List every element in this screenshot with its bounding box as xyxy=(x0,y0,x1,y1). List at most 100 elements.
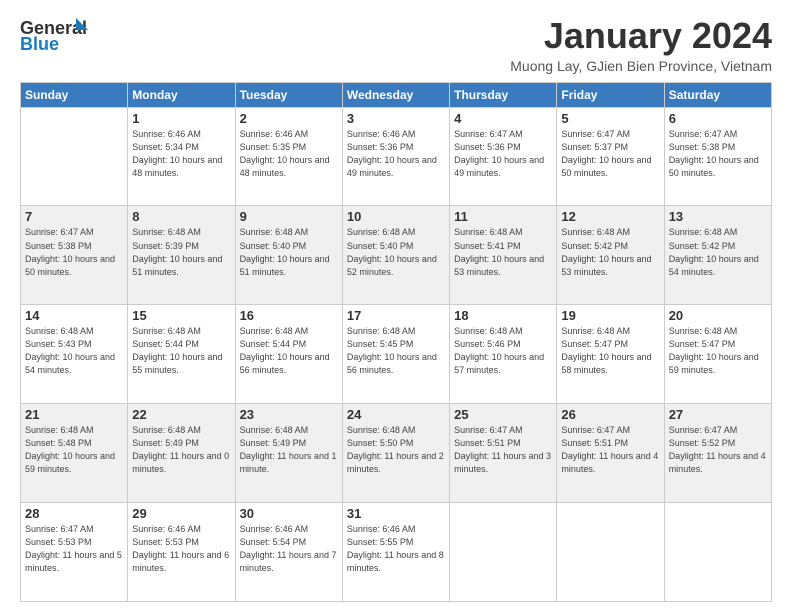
calendar-cell: 21 Sunrise: 6:48 AMSunset: 5:48 PMDayligh… xyxy=(21,404,128,503)
day-number: 14 xyxy=(25,308,123,323)
day-info: Sunrise: 6:48 AMSunset: 5:43 PMDaylight:… xyxy=(25,325,123,377)
day-info: Sunrise: 6:47 AMSunset: 5:38 PMDaylight:… xyxy=(669,128,767,180)
calendar-cell: 11 Sunrise: 6:48 AMSunset: 5:41 PMDayligh… xyxy=(450,206,557,305)
calendar-cell: 27 Sunrise: 6:47 AMSunset: 5:52 PMDayligh… xyxy=(664,404,771,503)
day-info: Sunrise: 6:48 AMSunset: 5:42 PMDaylight:… xyxy=(669,226,767,278)
calendar-cell: 5 Sunrise: 6:47 AMSunset: 5:37 PMDaylight… xyxy=(557,107,664,206)
day-info: Sunrise: 6:48 AMSunset: 5:41 PMDaylight:… xyxy=(454,226,552,278)
day-info: Sunrise: 6:47 AMSunset: 5:51 PMDaylight:… xyxy=(454,424,552,476)
day-number: 26 xyxy=(561,407,659,422)
calendar-cell: 17Sunrise: 6:48 AMSunset: 5:45 PMDayligh… xyxy=(342,305,449,404)
calendar-cell: 14 Sunrise: 6:48 AMSunset: 5:43 PMDayligh… xyxy=(21,305,128,404)
title-section: January 2024 Muong Lay, GJien Bien Provi… xyxy=(510,16,772,74)
day-number: 21 xyxy=(25,407,123,422)
calendar-cell: 20 Sunrise: 6:48 AMSunset: 5:47 PMDayligh… xyxy=(664,305,771,404)
day-info: Sunrise: 6:48 AMSunset: 5:44 PMDaylight:… xyxy=(240,325,338,377)
page: GeneralBlue January 2024 Muong Lay, GJie… xyxy=(0,0,792,612)
calendar-cell: 8 Sunrise: 6:48 AMSunset: 5:39 PMDaylight… xyxy=(128,206,235,305)
calendar-cell: 1 Sunrise: 6:46 AMSunset: 5:34 PMDaylight… xyxy=(128,107,235,206)
calendar-week-row: 21 Sunrise: 6:48 AMSunset: 5:48 PMDayligh… xyxy=(21,404,772,503)
day-number: 22 xyxy=(132,407,230,422)
day-number: 15 xyxy=(132,308,230,323)
day-number: 16 xyxy=(240,308,338,323)
calendar-week-row: 14 Sunrise: 6:48 AMSunset: 5:43 PMDayligh… xyxy=(21,305,772,404)
day-number: 1 xyxy=(132,111,230,126)
day-info: Sunrise: 6:48 AMSunset: 5:49 PMDaylight:… xyxy=(240,424,338,476)
day-info: Sunrise: 6:47 AMSunset: 5:52 PMDaylight:… xyxy=(669,424,767,476)
svg-text:Blue: Blue xyxy=(20,34,59,54)
day-info: Sunrise: 6:48 AMSunset: 5:45 PMDaylight:… xyxy=(347,325,445,377)
calendar-cell xyxy=(21,107,128,206)
day-number: 24 xyxy=(347,407,445,422)
day-info: Sunrise: 6:48 AMSunset: 5:50 PMDaylight:… xyxy=(347,424,445,476)
weekday-header-wednesday: Wednesday xyxy=(342,82,449,107)
calendar-cell: 25 Sunrise: 6:47 AMSunset: 5:51 PMDayligh… xyxy=(450,404,557,503)
weekday-header-friday: Friday xyxy=(557,82,664,107)
day-number: 19 xyxy=(561,308,659,323)
day-number: 27 xyxy=(669,407,767,422)
day-number: 6 xyxy=(669,111,767,126)
calendar-cell: 16 Sunrise: 6:48 AMSunset: 5:44 PMDayligh… xyxy=(235,305,342,404)
day-info: Sunrise: 6:46 AMSunset: 5:53 PMDaylight:… xyxy=(132,523,230,575)
calendar-cell: 6 Sunrise: 6:47 AMSunset: 5:38 PMDaylight… xyxy=(664,107,771,206)
day-info: Sunrise: 6:48 AMSunset: 5:40 PMDaylight:… xyxy=(347,226,445,278)
day-number: 5 xyxy=(561,111,659,126)
day-info: Sunrise: 6:48 AMSunset: 5:48 PMDaylight:… xyxy=(25,424,123,476)
calendar-table: SundayMondayTuesdayWednesdayThursdayFrid… xyxy=(20,82,772,602)
calendar-cell: 2 Sunrise: 6:46 AMSunset: 5:35 PMDaylight… xyxy=(235,107,342,206)
day-number: 20 xyxy=(669,308,767,323)
calendar-cell xyxy=(664,503,771,602)
day-info: Sunrise: 6:46 AMSunset: 5:36 PMDaylight:… xyxy=(347,128,445,180)
day-info: Sunrise: 6:46 AMSunset: 5:55 PMDaylight:… xyxy=(347,523,445,575)
calendar-week-row: 7Sunrise: 6:47 AMSunset: 5:38 PMDaylight… xyxy=(21,206,772,305)
calendar-cell: 3Sunrise: 6:46 AMSunset: 5:36 PMDaylight… xyxy=(342,107,449,206)
calendar-cell xyxy=(450,503,557,602)
day-number: 31 xyxy=(347,506,445,521)
day-info: Sunrise: 6:47 AMSunset: 5:37 PMDaylight:… xyxy=(561,128,659,180)
calendar-cell: 24 Sunrise: 6:48 AMSunset: 5:50 PMDayligh… xyxy=(342,404,449,503)
weekday-header-thursday: Thursday xyxy=(450,82,557,107)
calendar-cell: 23 Sunrise: 6:48 AMSunset: 5:49 PMDayligh… xyxy=(235,404,342,503)
weekday-header-saturday: Saturday xyxy=(664,82,771,107)
day-info: Sunrise: 6:46 AMSunset: 5:35 PMDaylight:… xyxy=(240,128,338,180)
day-number: 11 xyxy=(454,209,552,224)
logo-svg: GeneralBlue xyxy=(20,16,90,54)
calendar-cell xyxy=(557,503,664,602)
day-number: 8 xyxy=(132,209,230,224)
calendar-cell: 10 Sunrise: 6:48 AMSunset: 5:40 PMDayligh… xyxy=(342,206,449,305)
day-info: Sunrise: 6:48 AMSunset: 5:39 PMDaylight:… xyxy=(132,226,230,278)
day-info: Sunrise: 6:46 AMSunset: 5:34 PMDaylight:… xyxy=(132,128,230,180)
day-number: 30 xyxy=(240,506,338,521)
day-info: Sunrise: 6:48 AMSunset: 5:42 PMDaylight:… xyxy=(561,226,659,278)
day-number: 9 xyxy=(240,209,338,224)
weekday-header-row: SundayMondayTuesdayWednesdayThursdayFrid… xyxy=(21,82,772,107)
calendar-cell: 31 Sunrise: 6:46 AMSunset: 5:55 PMDayligh… xyxy=(342,503,449,602)
calendar-cell: 30 Sunrise: 6:46 AMSunset: 5:54 PMDayligh… xyxy=(235,503,342,602)
calendar-cell: 13 Sunrise: 6:48 AMSunset: 5:42 PMDayligh… xyxy=(664,206,771,305)
day-info: Sunrise: 6:48 AMSunset: 5:40 PMDaylight:… xyxy=(240,226,338,278)
calendar-cell: 9 Sunrise: 6:48 AMSunset: 5:40 PMDaylight… xyxy=(235,206,342,305)
day-number: 13 xyxy=(669,209,767,224)
day-info: Sunrise: 6:47 AMSunset: 5:38 PMDaylight:… xyxy=(25,226,123,278)
day-number: 29 xyxy=(132,506,230,521)
calendar-cell: 4Sunrise: 6:47 AMSunset: 5:36 PMDaylight… xyxy=(450,107,557,206)
day-number: 23 xyxy=(240,407,338,422)
day-info: Sunrise: 6:46 AMSunset: 5:54 PMDaylight:… xyxy=(240,523,338,575)
day-info: Sunrise: 6:48 AMSunset: 5:47 PMDaylight:… xyxy=(669,325,767,377)
month-title: January 2024 xyxy=(510,16,772,56)
day-number: 25 xyxy=(454,407,552,422)
weekday-header-monday: Monday xyxy=(128,82,235,107)
day-number: 2 xyxy=(240,111,338,126)
calendar-cell: 26 Sunrise: 6:47 AMSunset: 5:51 PMDayligh… xyxy=(557,404,664,503)
day-number: 18 xyxy=(454,308,552,323)
calendar-cell: 22Sunrise: 6:48 AMSunset: 5:49 PMDayligh… xyxy=(128,404,235,503)
day-info: Sunrise: 6:48 AMSunset: 5:46 PMDaylight:… xyxy=(454,325,552,377)
calendar-cell: 12Sunrise: 6:48 AMSunset: 5:42 PMDayligh… xyxy=(557,206,664,305)
day-number: 10 xyxy=(347,209,445,224)
calendar-cell: 29 Sunrise: 6:46 AMSunset: 5:53 PMDayligh… xyxy=(128,503,235,602)
calendar-cell: 18 Sunrise: 6:48 AMSunset: 5:46 PMDayligh… xyxy=(450,305,557,404)
day-info: Sunrise: 6:48 AMSunset: 5:47 PMDaylight:… xyxy=(561,325,659,377)
header: GeneralBlue January 2024 Muong Lay, GJie… xyxy=(20,16,772,74)
day-info: Sunrise: 6:47 AMSunset: 5:51 PMDaylight:… xyxy=(561,424,659,476)
day-info: Sunrise: 6:47 AMSunset: 5:36 PMDaylight:… xyxy=(454,128,552,180)
